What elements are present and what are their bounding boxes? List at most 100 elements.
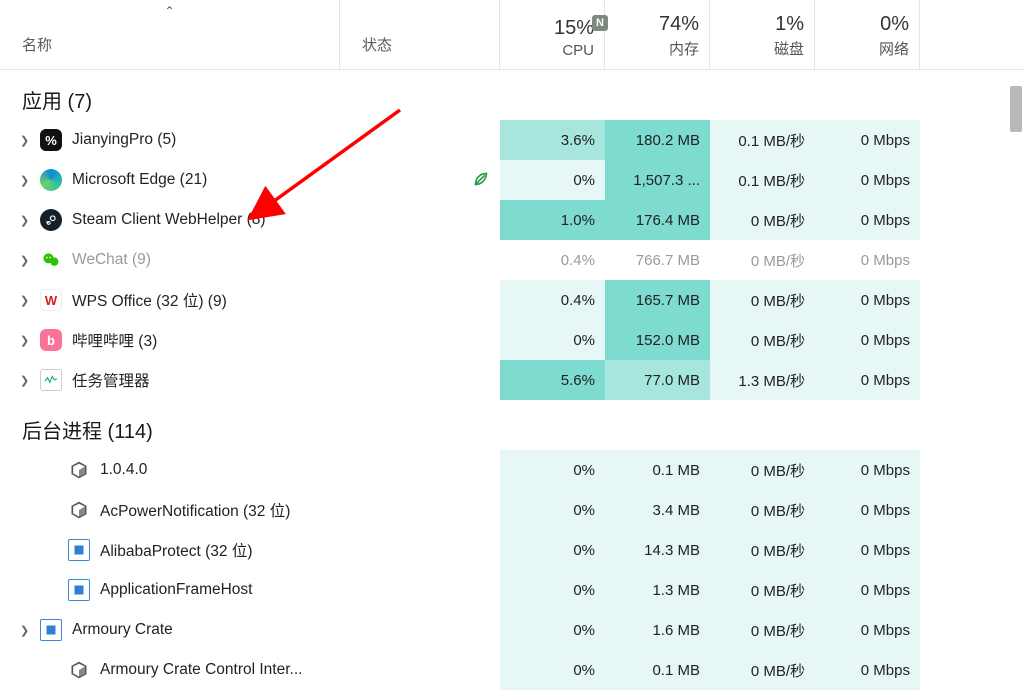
cube-icon bbox=[68, 459, 90, 481]
memory-total-percent: 74% bbox=[659, 13, 699, 36]
process-network-cell: 0 Mbps bbox=[815, 360, 920, 400]
process-cpu-cell: 0.4% bbox=[500, 280, 605, 320]
process-disk-cell: 1.3 MB/秒 bbox=[710, 360, 815, 400]
process-cpu-cell: 0% bbox=[500, 530, 605, 570]
wechat-app-icon bbox=[40, 249, 62, 271]
vertical-scrollbar[interactable] bbox=[1010, 86, 1022, 686]
process-name-cell: ApplicationFrameHost bbox=[0, 579, 340, 601]
scrollbar-thumb[interactable] bbox=[1010, 86, 1022, 132]
process-row[interactable]: Armoury Crate Control Inter... 0% 0.1 MB… bbox=[0, 650, 1024, 690]
process-name-label: 任务管理器 bbox=[72, 369, 150, 391]
process-memory-cell: 152.0 MB bbox=[605, 320, 710, 360]
process-row[interactable]: 1.0.4.0 0% 0.1 MB 0 MB/秒 0 Mbps bbox=[0, 450, 1024, 490]
edge-app-icon bbox=[40, 169, 62, 191]
process-disk-cell: 0 MB/秒 bbox=[710, 200, 815, 240]
process-cpu-cell: 0% bbox=[500, 610, 605, 650]
column-name-label: 名称 bbox=[22, 34, 52, 55]
expand-chevron-icon[interactable]: ❯ bbox=[20, 254, 30, 267]
expand-chevron-icon[interactable]: ❯ bbox=[20, 374, 30, 387]
column-header-status[interactable]: 状态 bbox=[340, 0, 500, 69]
process-disk-cell: 0 MB/秒 bbox=[710, 450, 815, 490]
process-memory-cell: 0.1 MB bbox=[605, 450, 710, 490]
column-header-network[interactable]: 0% 网络 bbox=[815, 0, 920, 69]
process-memory-cell: 77.0 MB bbox=[605, 360, 710, 400]
process-name-cell: Armoury Crate Control Inter... bbox=[0, 659, 340, 681]
process-cpu-cell: 0% bbox=[500, 490, 605, 530]
expand-chevron-icon[interactable]: ❯ bbox=[20, 214, 30, 227]
window-icon bbox=[40, 619, 62, 641]
process-memory-cell: 1.6 MB bbox=[605, 610, 710, 650]
process-row[interactable]: ❯ WeChat (9) 0.4% 766.7 MB 0 MB/秒 0 Mbps bbox=[0, 240, 1024, 280]
process-cpu-cell: 0% bbox=[500, 650, 605, 690]
process-row[interactable]: ❯W WPS Office (32 位) (9) 0.4% 165.7 MB 0… bbox=[0, 280, 1024, 320]
apps-group-body: ❯% JianyingPro (5) 3.6% 180.2 MB 0.1 MB/… bbox=[0, 120, 1024, 400]
expand-chevron-icon[interactable]: ❯ bbox=[20, 334, 30, 347]
cube-icon bbox=[68, 659, 90, 681]
process-name-label: ApplicationFrameHost bbox=[100, 581, 252, 599]
process-name-cell: ❯b 哔哩哔哩 (3) bbox=[0, 329, 340, 351]
process-name-cell: ❯% JianyingPro (5) bbox=[0, 129, 340, 151]
process-network-cell: 0 Mbps bbox=[815, 240, 920, 280]
process-network-cell: 0 Mbps bbox=[815, 450, 920, 490]
process-row[interactable]: ApplicationFrameHost 0% 1.3 MB 0 MB/秒 0 … bbox=[0, 570, 1024, 610]
process-name-label: WeChat (9) bbox=[72, 251, 151, 269]
process-name-cell: ❯W WPS Office (32 位) (9) bbox=[0, 289, 340, 311]
process-memory-cell: 176.4 MB bbox=[605, 200, 710, 240]
process-disk-cell: 0 MB/秒 bbox=[710, 610, 815, 650]
process-memory-cell: 165.7 MB bbox=[605, 280, 710, 320]
window-icon bbox=[68, 579, 90, 601]
steam-app-icon bbox=[40, 209, 62, 231]
expand-chevron-icon[interactable]: ❯ bbox=[20, 134, 30, 147]
cpu-total-percent: 15% N bbox=[554, 17, 594, 40]
process-disk-cell: 0.1 MB/秒 bbox=[710, 120, 815, 160]
process-cpu-cell: 5.6% bbox=[500, 360, 605, 400]
process-name-cell: AlibabaProtect (32 位) bbox=[0, 539, 340, 561]
process-name-cell: ❯ Steam Client WebHelper (8) bbox=[0, 209, 340, 231]
process-name-label: 1.0.4.0 bbox=[100, 461, 147, 479]
process-network-cell: 0 Mbps bbox=[815, 200, 920, 240]
expand-chevron-icon[interactable]: ❯ bbox=[20, 174, 30, 187]
app-icon: % bbox=[40, 129, 62, 151]
process-row[interactable]: ❯ Armoury Crate 0% 1.6 MB 0 MB/秒 0 Mbps bbox=[0, 610, 1024, 650]
process-network-cell: 0 Mbps bbox=[815, 490, 920, 530]
process-row[interactable]: AlibabaProtect (32 位) 0% 14.3 MB 0 MB/秒 … bbox=[0, 530, 1024, 570]
group-header-background[interactable]: 后台进程 (114) bbox=[0, 400, 1024, 450]
process-name-label: JianyingPro (5) bbox=[72, 131, 176, 149]
process-name-cell: ❯ Armoury Crate bbox=[0, 619, 340, 641]
window-icon bbox=[68, 539, 90, 561]
process-name-label: 哔哩哔哩 (3) bbox=[72, 329, 157, 351]
column-header-disk[interactable]: 1% 磁盘 bbox=[710, 0, 815, 69]
wps-app-icon: W bbox=[40, 289, 62, 311]
process-memory-cell: 1.3 MB bbox=[605, 570, 710, 610]
process-cpu-cell: 0% bbox=[500, 570, 605, 610]
column-header-name[interactable]: ⌃ 名称 bbox=[0, 0, 340, 69]
group-header-apps[interactable]: 应用 (7) bbox=[0, 70, 1024, 120]
disk-column-label: 磁盘 bbox=[774, 38, 804, 59]
process-disk-cell: 0 MB/秒 bbox=[710, 280, 815, 320]
network-total-percent: 0% bbox=[880, 13, 909, 36]
process-row[interactable]: ❯ 任务管理器 5.6% 77.0 MB 1.3 MB/秒 0 Mbps bbox=[0, 360, 1024, 400]
expand-chevron-icon[interactable]: ❯ bbox=[20, 294, 30, 307]
process-name-label: Armoury Crate Control Inter... bbox=[100, 661, 302, 679]
process-name-cell: AcPowerNotification (32 位) bbox=[0, 499, 340, 521]
column-header-memory[interactable]: 74% 内存 bbox=[605, 0, 710, 69]
process-row[interactable]: ❯ Steam Client WebHelper (8) 1.0% 176.4 … bbox=[0, 200, 1024, 240]
process-row[interactable]: ❯% JianyingPro (5) 3.6% 180.2 MB 0.1 MB/… bbox=[0, 120, 1024, 160]
process-row[interactable]: AcPowerNotification (32 位) 0% 3.4 MB 0 M… bbox=[0, 490, 1024, 530]
background-group-body: 1.0.4.0 0% 0.1 MB 0 MB/秒 0 Mbps AcPowerN… bbox=[0, 450, 1024, 690]
process-cpu-cell: 0% bbox=[500, 160, 605, 200]
process-memory-cell: 1,507.3 ... bbox=[605, 160, 710, 200]
memory-column-label: 内存 bbox=[669, 38, 699, 59]
process-cpu-cell: 0% bbox=[500, 450, 605, 490]
process-name-cell: ❯ 任务管理器 bbox=[0, 369, 340, 391]
process-disk-cell: 0 MB/秒 bbox=[710, 650, 815, 690]
column-header-cpu[interactable]: 15% N CPU bbox=[500, 0, 605, 69]
column-status-label: 状态 bbox=[362, 34, 392, 55]
process-memory-cell: 180.2 MB bbox=[605, 120, 710, 160]
process-row[interactable]: ❯ Microsoft Edge (21) 0% 1,507.3 ... 0.1… bbox=[0, 160, 1024, 200]
process-row[interactable]: ❯b 哔哩哔哩 (3) 0% 152.0 MB 0 MB/秒 0 Mbps bbox=[0, 320, 1024, 360]
expand-chevron-icon[interactable]: ❯ bbox=[20, 624, 30, 637]
taskmgr-app-icon bbox=[40, 369, 62, 391]
process-cpu-cell: 0.4% bbox=[500, 240, 605, 280]
process-network-cell: 0 Mbps bbox=[815, 280, 920, 320]
